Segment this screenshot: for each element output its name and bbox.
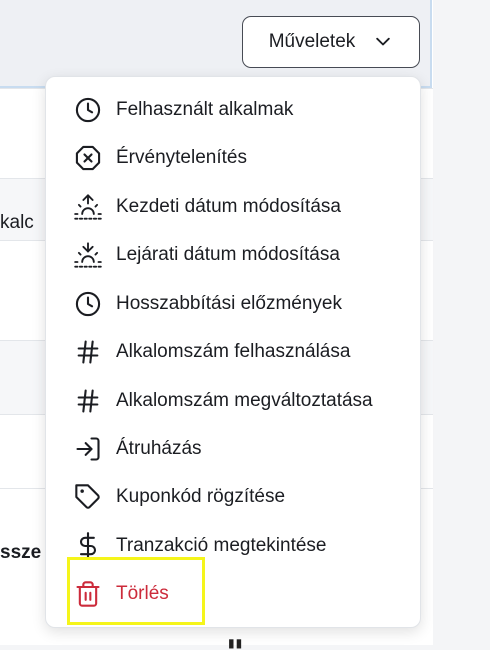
menu-item-extension-history[interactable]: Hosszabbítási előzmények [74,288,342,320]
menu-item-label: Felhasznált alkalmak [116,99,294,120]
row-partial-text: ssze [0,542,42,563]
menu-item-delete[interactable]: Törlés [74,578,169,610]
chevron-down-icon [376,37,391,46]
dollar-icon [74,532,102,560]
actions-button-label: Műveletek [268,31,356,52]
menu-item-label: Átruházás [116,438,202,459]
menu-item-label: Érvénytelenítés [116,147,247,168]
menu-item-view-transaction[interactable]: Tranzakció megtekintése [74,530,327,562]
menu-item-label: Alkalomszám megváltoztatása [116,390,373,411]
menu-item-invalidate[interactable]: Érvénytelenítés [74,142,247,174]
actions-dropdown-button[interactable]: Műveletek [242,16,420,68]
menu-item-used-sessions[interactable]: Felhasznált alkalmak [74,94,293,126]
trash-icon [74,580,102,608]
hash-icon [74,387,102,415]
menu-item-change-start-date[interactable]: Kezdeti dátum módosítása [74,191,341,223]
menu-item-label: Kuponkód rögzítése [116,486,286,507]
row-partial-text: kalc [0,212,34,233]
sunrise-icon [74,193,102,221]
clock-icon [74,290,102,318]
menu-item-transfer[interactable]: Átruházás [74,433,202,465]
menu-item-label: Lejárati dátum módosítása [116,244,340,265]
menu-item-label: Kezdeti dátum módosítása [116,196,341,217]
menu-item-label: Alkalomszám felhasználása [116,341,351,362]
menu-item-use-session-count[interactable]: Alkalomszám felhasználása [74,336,350,368]
tag-icon [74,483,102,511]
actions-menu: Felhasznált alkalmak Érvénytelenítés Kez… [45,76,421,628]
hash-icon [74,338,102,366]
menu-item-label: Hosszabbítási előzmények [116,293,342,314]
menu-item-label: Törlés [116,583,169,604]
menu-item-change-session-count[interactable]: Alkalomszám megváltoztatása [74,385,373,417]
menu-item-change-expiry-date[interactable]: Lejárati dátum módosítása [74,239,340,271]
log-in-icon [74,435,102,463]
menu-item-record-coupon-code[interactable]: Kuponkód rögzítése [74,481,285,513]
sunset-icon [74,241,102,269]
clock-icon [74,96,102,124]
x-octagon-icon [74,144,102,172]
menu-item-label: Tranzakció megtekintése [116,535,327,556]
